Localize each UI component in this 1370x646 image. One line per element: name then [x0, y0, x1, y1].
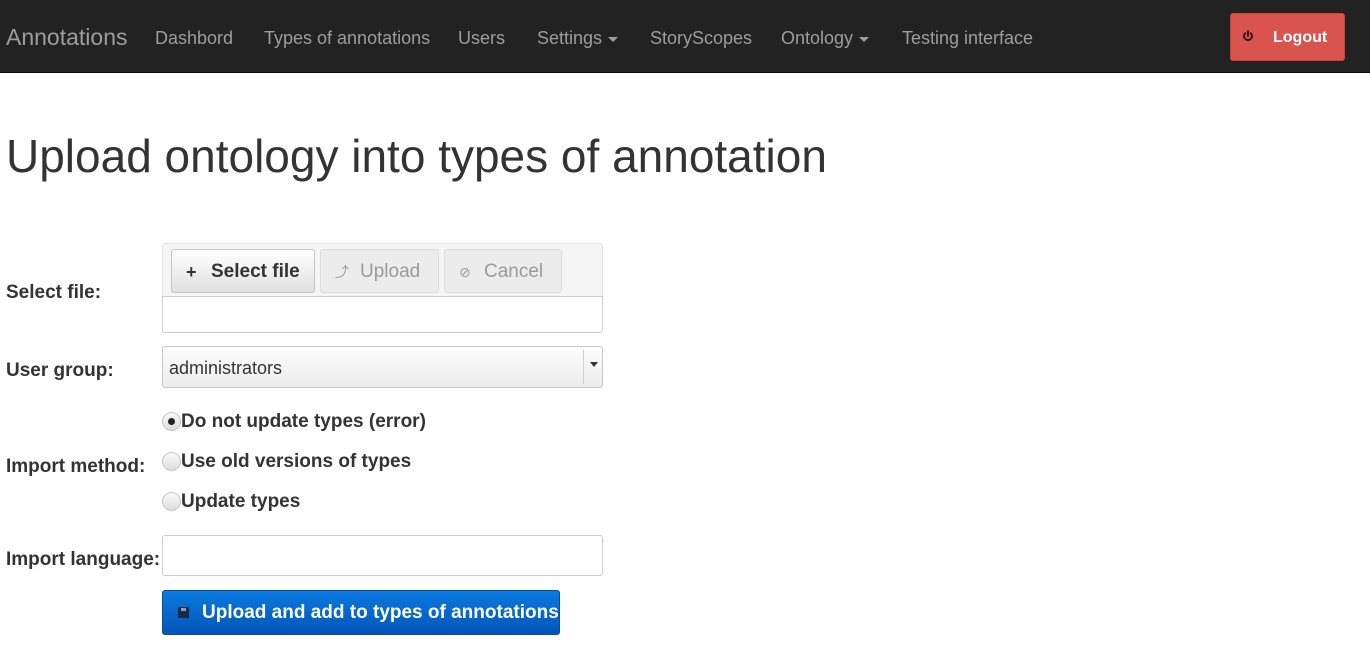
- plus-icon: +: [186, 262, 197, 282]
- top-navbar: Annotations Dashbord Types of annotation…: [0, 0, 1370, 73]
- nav-item-users[interactable]: Users: [458, 27, 505, 49]
- upload-button-label: Upload: [360, 261, 421, 282]
- nav-item-types-of-annotations[interactable]: Types of annotations: [264, 27, 430, 49]
- file-list-area: [162, 296, 603, 333]
- nav-item-label: Users: [458, 28, 506, 48]
- select-file-button[interactable]: + Select file: [171, 249, 315, 293]
- import-language-label: Import language:: [6, 549, 161, 570]
- nav-item-ontology[interactable]: Ontology: [781, 27, 870, 49]
- brand-link[interactable]: Annotations: [6, 24, 127, 50]
- user-group-label: User group:: [6, 360, 114, 381]
- ban-icon: ⊘: [459, 264, 471, 280]
- nav-item-label: Settings: [537, 28, 603, 48]
- radio-label: Do not update types (error): [181, 411, 426, 432]
- caret-down-icon: [859, 36, 870, 42]
- nav-item-label: Ontology: [781, 28, 854, 48]
- upload-and-add-button[interactable]: Upload and add to types of annotations: [162, 590, 560, 635]
- import-method-label: Import method:: [6, 456, 146, 477]
- user-group-select[interactable]: administrators: [162, 346, 603, 388]
- power-icon: [1243, 30, 1253, 41]
- nav-item-label: Testing interface: [902, 28, 1034, 48]
- caret-down-icon: [608, 36, 619, 42]
- logout-button[interactable]: Logout: [1230, 13, 1345, 61]
- file-upload-toolbar: + Select file ⤴ Upload ⊘ Cancel: [162, 243, 603, 296]
- cancel-button[interactable]: ⊘ Cancel: [444, 249, 562, 293]
- cancel-button-label: Cancel: [484, 261, 544, 282]
- nav-item-dashbord[interactable]: Dashbord: [155, 27, 233, 49]
- select-file-button-label: Select file: [211, 261, 300, 282]
- radio-button[interactable]: [162, 452, 181, 471]
- upload-button[interactable]: ⤴ Upload: [320, 249, 439, 293]
- save-icon: [178, 607, 189, 618]
- user-group-value: administrators: [169, 358, 283, 378]
- nav-item-testing-interface[interactable]: Testing interface: [902, 27, 1033, 49]
- upload-and-add-button-label: Upload and add to types of annotations: [202, 602, 559, 623]
- nav-item-label: Dashbord: [155, 28, 234, 48]
- radio-button[interactable]: [162, 412, 181, 431]
- page-title: Upload ontology into types of annotation: [6, 130, 827, 182]
- chevron-down-icon: [590, 362, 598, 367]
- select-divider: [583, 350, 584, 384]
- select-file-label: Select file:: [6, 282, 102, 303]
- logout-label: Logout: [1273, 29, 1328, 46]
- nav-item-label: Types of annotations: [264, 28, 431, 48]
- radio-label: Update types: [181, 491, 301, 512]
- radio-label: Use old versions of types: [181, 451, 412, 472]
- upload-icon: ⤴: [335, 264, 349, 280]
- import-language-input[interactable]: [162, 535, 603, 576]
- nav-item-label: StoryScopes: [650, 28, 753, 48]
- nav-item-storyscopes[interactable]: StoryScopes: [650, 27, 752, 49]
- nav-item-settings[interactable]: Settings: [537, 27, 619, 49]
- radio-button[interactable]: [162, 492, 181, 511]
